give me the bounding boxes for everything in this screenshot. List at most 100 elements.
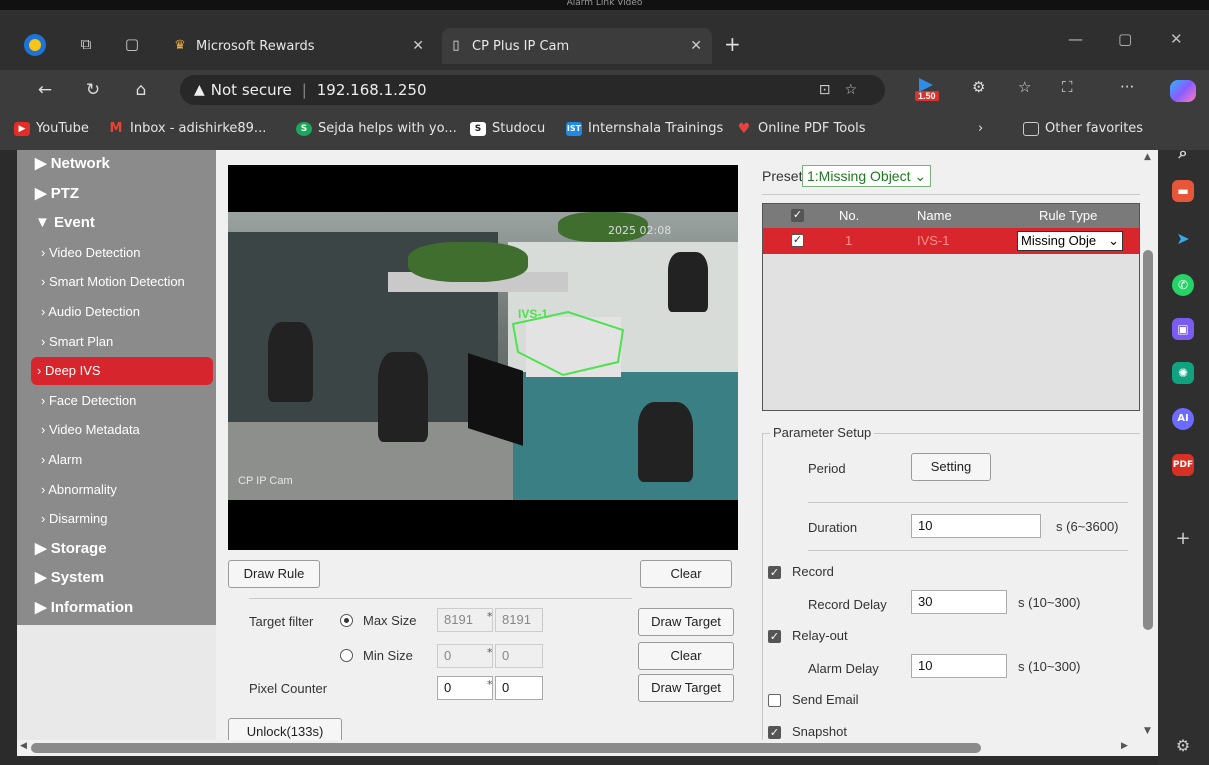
fav-youtube[interactable]: ▶ YouTube bbox=[14, 121, 89, 136]
rule-type-select[interactable]: Missing Obje ⌄ bbox=[1017, 231, 1123, 251]
scrollbar-thumb[interactable] bbox=[1143, 250, 1153, 630]
draw-rule-button[interactable]: Draw Rule bbox=[228, 560, 320, 588]
nav-item-label: Network bbox=[50, 155, 110, 172]
select-all-checkbox[interactable]: ✓ bbox=[791, 209, 804, 222]
new-tab-icon[interactable]: + bbox=[724, 32, 741, 56]
nav-item[interactable]: › Alarm bbox=[17, 446, 216, 474]
other-favorites[interactable]: Other favorites bbox=[1023, 121, 1143, 136]
snapshot-checkbox[interactable]: ✓ bbox=[768, 726, 781, 739]
telegram-icon[interactable]: ➤ bbox=[1172, 228, 1194, 250]
send-email-checkbox[interactable] bbox=[768, 694, 781, 707]
pixel-draw-target-button[interactable]: Draw Target bbox=[638, 674, 734, 702]
alarm-delay-field[interactable]: 10 bbox=[911, 654, 1007, 678]
fav-sejda[interactable]: S Sejda helps with yo... bbox=[296, 121, 457, 136]
fav-online-pdf-tools[interactable]: ♥ Online PDF Tools bbox=[736, 121, 866, 136]
settings-gear-icon[interactable]: ⚙ bbox=[1172, 735, 1194, 757]
duration-field[interactable]: 10 bbox=[911, 514, 1041, 538]
draw-target-button[interactable]: Draw Target bbox=[638, 608, 734, 636]
record-delay-field[interactable]: 30 bbox=[911, 590, 1007, 614]
max-width-field[interactable]: 8191 bbox=[437, 608, 493, 632]
gmail-icon: M bbox=[108, 120, 124, 136]
nav-empty-area bbox=[17, 625, 216, 740]
back-icon[interactable]: ← bbox=[34, 79, 56, 101]
nav-item[interactable]: ▶ Information bbox=[17, 594, 216, 622]
extensions-icon[interactable]: ⚙ bbox=[972, 78, 985, 96]
fav-inbox[interactable]: M Inbox - adishirke89... bbox=[108, 121, 266, 136]
scroll-left-icon[interactable]: ◀ bbox=[20, 741, 27, 751]
pdf-icon[interactable]: PDF bbox=[1172, 454, 1194, 476]
period-setting-button[interactable]: Setting bbox=[911, 453, 991, 481]
horizontal-scrollbar[interactable]: ◀ ▶ bbox=[17, 740, 1158, 756]
tab-actions-icon[interactable]: ▢ bbox=[122, 34, 142, 54]
tab-microsoft-rewards[interactable]: ♛ Microsoft Rewards ✕ bbox=[172, 28, 434, 64]
ai-icon[interactable]: AI bbox=[1172, 408, 1194, 430]
table-row[interactable]: ✓ 1 IVS-1 Missing Obje ⌄ bbox=[763, 228, 1139, 254]
video-preview[interactable]: IVS-1 2025 02:08 CP IP Cam bbox=[228, 165, 738, 550]
home-icon[interactable]: ⌂ bbox=[130, 79, 152, 101]
fav-label: Other favorites bbox=[1045, 121, 1144, 136]
screenshot-icon[interactable]: ⛶ bbox=[1062, 78, 1073, 96]
divider bbox=[808, 550, 1128, 551]
pixel-height-field[interactable]: 0 bbox=[495, 676, 543, 700]
favorites-overflow-icon[interactable]: › bbox=[978, 121, 983, 136]
min-height-field[interactable]: 0 bbox=[495, 644, 543, 668]
workspaces-icon[interactable]: ⧉ bbox=[76, 34, 96, 54]
refresh-icon[interactable]: ↻ bbox=[82, 79, 104, 101]
record-checkbox[interactable]: ✓ bbox=[768, 566, 781, 579]
nav-item[interactable]: › Video Metadata bbox=[17, 416, 216, 444]
max-size-radio[interactable] bbox=[340, 614, 353, 627]
more-icon[interactable]: ··· bbox=[1120, 78, 1134, 96]
fav-studocu[interactable]: S Studocu bbox=[470, 121, 545, 136]
nav-item-label: Audio Detection bbox=[48, 304, 141, 319]
vertical-scrollbar[interactable]: ▲ ▼ bbox=[1140, 150, 1158, 740]
address-bar[interactable]: ▲ Not secure | 192.168.1.250 ⊡☆ bbox=[180, 75, 885, 105]
media-badge[interactable]: 1.50 bbox=[913, 78, 939, 102]
app-icon[interactable]: ▣ bbox=[1172, 318, 1194, 340]
minimize-icon[interactable]: — bbox=[1068, 30, 1083, 48]
nav-item[interactable]: › Smart Plan bbox=[17, 328, 216, 356]
nav-item[interactable]: › Abnormality bbox=[17, 476, 216, 504]
close-tab-icon[interactable]: ✕ bbox=[690, 38, 702, 54]
unlock-button[interactable]: Unlock(133s) bbox=[228, 718, 342, 740]
max-height-field[interactable]: 8191 bbox=[495, 608, 543, 632]
pixel-width-field[interactable]: 0 bbox=[437, 676, 493, 700]
chatgpt-icon[interactable]: ✺ bbox=[1172, 362, 1194, 384]
nav-item[interactable]: › Smart Motion Detection bbox=[17, 268, 216, 296]
nav-item[interactable]: › Video Detection bbox=[17, 239, 216, 267]
nav-item[interactable]: ▶ Storage bbox=[17, 535, 216, 563]
security-label: Not secure bbox=[210, 81, 292, 99]
nav-item[interactable]: ▶ Network bbox=[17, 150, 216, 178]
rule-enable-checkbox[interactable]: ✓ bbox=[791, 234, 804, 247]
tools-icon[interactable]: ▬ bbox=[1172, 180, 1194, 202]
copilot-icon[interactable] bbox=[1170, 80, 1196, 102]
min-size-radio[interactable] bbox=[340, 649, 353, 662]
whatsapp-icon[interactable]: ✆ bbox=[1172, 274, 1194, 296]
clear-rule-button[interactable]: Clear bbox=[640, 560, 732, 588]
nav-item[interactable]: › Disarming bbox=[17, 505, 216, 533]
nav-item[interactable]: ▶ PTZ bbox=[17, 180, 216, 208]
nav-item[interactable]: › Face Detection bbox=[17, 387, 216, 415]
close-tab-icon[interactable]: ✕ bbox=[412, 38, 424, 54]
internshala-icon: IST bbox=[566, 121, 582, 136]
fav-internshala[interactable]: IST Internshala Trainings bbox=[566, 121, 723, 136]
scroll-right-icon[interactable]: ▶ bbox=[1121, 741, 1128, 751]
relay-out-checkbox[interactable]: ✓ bbox=[768, 630, 781, 643]
scrollbar-thumb[interactable] bbox=[31, 743, 981, 753]
nav-item[interactable]: › Audio Detection bbox=[17, 298, 216, 326]
min-width-field[interactable]: 0 bbox=[437, 644, 493, 668]
add-icon[interactable]: + bbox=[1172, 528, 1194, 550]
maximize-icon[interactable]: ▢ bbox=[1118, 30, 1132, 48]
tab-cp-plus-ip-cam[interactable]: ▯ CP Plus IP Cam ✕ bbox=[442, 28, 712, 64]
close-window-icon[interactable]: ✕ bbox=[1170, 30, 1183, 48]
favorites-icon[interactable]: ☆ bbox=[1018, 78, 1031, 96]
profile-avatar[interactable] bbox=[24, 34, 46, 56]
scroll-down-icon[interactable]: ▼ bbox=[1144, 726, 1151, 736]
nav-item[interactable]: ▼ Event bbox=[17, 209, 216, 237]
nav-item[interactable]: › Deep IVS bbox=[31, 357, 213, 386]
omnibox-action-icons[interactable]: ⊡☆ bbox=[819, 82, 871, 98]
search-icon[interactable]: ⌕ bbox=[1172, 142, 1194, 164]
nav-item[interactable]: ▶ System bbox=[17, 564, 216, 592]
preset-select[interactable]: 1:Missing Object ⌄ bbox=[802, 165, 932, 187]
scroll-up-icon[interactable]: ▲ bbox=[1144, 152, 1151, 162]
clear-target-button[interactable]: Clear bbox=[638, 642, 734, 670]
